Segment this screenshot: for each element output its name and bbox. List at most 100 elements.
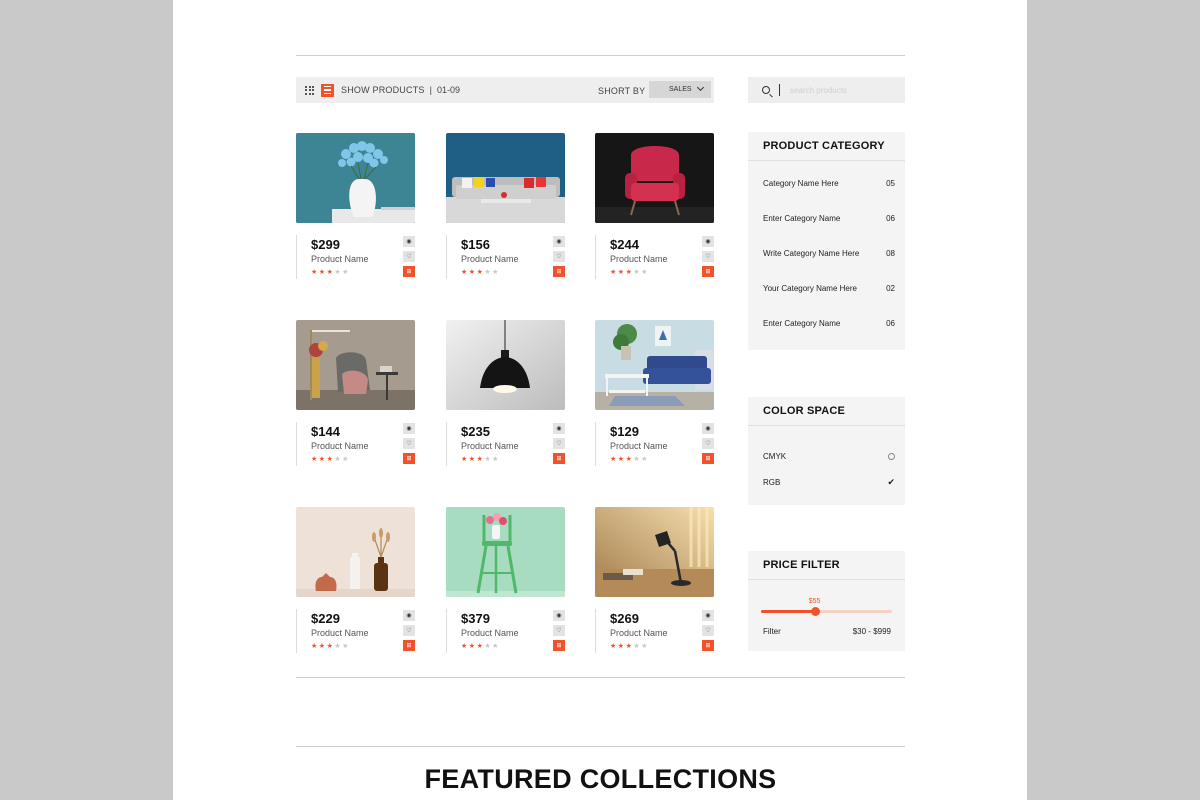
- add-to-cart-button[interactable]: ⊞: [702, 640, 714, 651]
- product-name[interactable]: Product Name: [461, 441, 519, 451]
- product-image[interactable]: [446, 133, 565, 223]
- star-icon: ★: [641, 456, 649, 463]
- product-card[interactable]: $156 Product Name ★★★★★ ◉ ♡ ⊞: [446, 133, 566, 283]
- quick-view-button[interactable]: ◉: [403, 610, 415, 621]
- product-name[interactable]: Product Name: [311, 628, 369, 638]
- star-icon: ★: [461, 456, 469, 463]
- product-card[interactable]: $229 Product Name ★★★★★ ◉ ♡ ⊞: [296, 507, 416, 657]
- radio-icon[interactable]: [888, 453, 895, 460]
- star-icon: ★: [633, 269, 642, 276]
- grid-bottom-divider: [296, 677, 905, 678]
- add-to-cart-button[interactable]: ⊞: [403, 640, 415, 651]
- quick-view-button[interactable]: ◉: [702, 610, 714, 621]
- quick-view-button[interactable]: ◉: [403, 236, 415, 247]
- product-name[interactable]: Product Name: [610, 628, 668, 638]
- filter-button[interactable]: Filter: [763, 627, 781, 636]
- add-to-cart-button[interactable]: ⊞: [403, 453, 415, 464]
- product-card[interactable]: $379 Product Name ★★★★★ ◉ ♡ ⊞: [446, 507, 566, 657]
- star-icon: ★: [461, 643, 469, 650]
- product-card[interactable]: $269 Product Name ★★★★★ ◉ ♡ ⊞: [595, 507, 715, 657]
- product-page: SHOW PRODUCTS | 01-09 SHORT BY SALES sea…: [173, 0, 1027, 800]
- star-icon: ★: [610, 643, 618, 650]
- quick-view-button[interactable]: ◉: [553, 236, 565, 247]
- top-divider: [296, 55, 905, 56]
- eye-icon: ◉: [556, 426, 562, 432]
- product-category-title: PRODUCT CATEGORY: [748, 132, 905, 161]
- product-name[interactable]: Product Name: [610, 441, 668, 451]
- wishlist-button[interactable]: ♡: [553, 438, 565, 449]
- quick-view-button[interactable]: ◉: [702, 236, 714, 247]
- cart-icon: ⊞: [705, 643, 711, 649]
- sort-label: SHORT BY: [598, 86, 646, 96]
- quick-view-button[interactable]: ◉: [553, 423, 565, 434]
- product-card[interactable]: $244 Product Name ★★★★★ ◉ ♡ ⊞: [595, 133, 715, 283]
- product-name[interactable]: Product Name: [311, 441, 369, 451]
- product-image[interactable]: [595, 320, 714, 410]
- search-icon[interactable]: [762, 86, 770, 94]
- product-info: $299 Product Name ★★★★★ ◉ ♡ ⊞: [296, 235, 416, 279]
- product-image[interactable]: [446, 507, 565, 597]
- color-option-cmyk[interactable]: CMYK: [763, 452, 895, 461]
- star-icon: ★: [610, 269, 618, 276]
- star-icon: ★: [617, 456, 626, 463]
- eye-icon: ◉: [705, 613, 711, 619]
- add-to-cart-button[interactable]: ⊞: [553, 640, 565, 651]
- category-item[interactable]: Category Name Here 05: [763, 179, 895, 188]
- slider-handle[interactable]: [810, 607, 820, 616]
- list-view-icon[interactable]: [321, 83, 334, 97]
- product-image[interactable]: [296, 507, 415, 597]
- quick-view-button[interactable]: ◉: [702, 423, 714, 434]
- quick-view-button[interactable]: ◉: [553, 610, 565, 621]
- color-option-rgb[interactable]: RGB ✔: [763, 477, 895, 488]
- sort-value: SALES: [669, 86, 692, 93]
- wishlist-button[interactable]: ♡: [403, 251, 415, 262]
- product-image[interactable]: [446, 320, 565, 410]
- filter-row: Filter $30 - $999: [763, 627, 891, 636]
- grid-view-icon[interactable]: [305, 85, 314, 95]
- wishlist-button[interactable]: ♡: [403, 438, 415, 449]
- product-image[interactable]: [595, 507, 714, 597]
- product-card[interactable]: $129 Product Name ★★★★★ ◉ ♡ ⊞: [595, 320, 715, 470]
- category-item[interactable]: Your Category Name Here 02: [763, 284, 895, 293]
- product-image[interactable]: [296, 133, 415, 223]
- product-name[interactable]: Product Name: [461, 628, 519, 638]
- add-to-cart-button[interactable]: ⊞: [702, 453, 714, 464]
- add-to-cart-button[interactable]: ⊞: [403, 266, 415, 277]
- wishlist-button[interactable]: ♡: [702, 438, 714, 449]
- product-card[interactable]: $235 Product Name ★★★★★ ◉ ♡ ⊞: [446, 320, 566, 470]
- wishlist-button[interactable]: ♡: [702, 625, 714, 636]
- rating-stars: ★★★★★: [461, 268, 500, 276]
- product-info: $235 Product Name ★★★★★ ◉ ♡ ⊞: [446, 422, 566, 466]
- wishlist-button[interactable]: ♡: [553, 251, 565, 262]
- product-name[interactable]: Product Name: [311, 254, 369, 264]
- star-icon: ★: [342, 269, 350, 276]
- add-to-cart-button[interactable]: ⊞: [553, 453, 565, 464]
- product-card[interactable]: $299 Product Name ★★★★★ ◉ ♡ ⊞: [296, 133, 416, 283]
- product-category-panel: PRODUCT CATEGORY Category Name Here 05 En…: [748, 132, 905, 350]
- search-input[interactable]: [790, 85, 890, 95]
- product-image[interactable]: [595, 133, 714, 223]
- product-card[interactable]: $144 Product Name ★★★★★ ◉ ♡ ⊞: [296, 320, 416, 470]
- checkmark-icon[interactable]: ✔: [887, 477, 895, 488]
- category-count: 06: [886, 214, 895, 223]
- product-info: $144 Product Name ★★★★★ ◉ ♡ ⊞: [296, 422, 416, 466]
- add-to-cart-button[interactable]: ⊞: [553, 266, 565, 277]
- product-info: $269 Product Name ★★★★★ ◉ ♡ ⊞: [595, 609, 715, 653]
- add-to-cart-button[interactable]: ⊞: [702, 266, 714, 277]
- product-image[interactable]: [296, 320, 415, 410]
- heart-icon: ♡: [705, 441, 711, 447]
- category-item[interactable]: Enter Category Name 06: [763, 214, 895, 223]
- sort-dropdown[interactable]: SALES: [649, 81, 711, 98]
- heart-icon: ♡: [556, 441, 562, 447]
- wishlist-button[interactable]: ♡: [403, 625, 415, 636]
- star-icon: ★: [318, 643, 327, 650]
- category-item[interactable]: Enter Category Name 06: [763, 319, 895, 328]
- quick-view-button[interactable]: ◉: [403, 423, 415, 434]
- star-icon: ★: [641, 643, 649, 650]
- product-name[interactable]: Product Name: [610, 254, 668, 264]
- product-name[interactable]: Product Name: [461, 254, 519, 264]
- category-item[interactable]: Write Category Name Here 08: [763, 249, 895, 258]
- price-slider[interactable]: [761, 607, 892, 616]
- wishlist-button[interactable]: ♡: [553, 625, 565, 636]
- wishlist-button[interactable]: ♡: [702, 251, 714, 262]
